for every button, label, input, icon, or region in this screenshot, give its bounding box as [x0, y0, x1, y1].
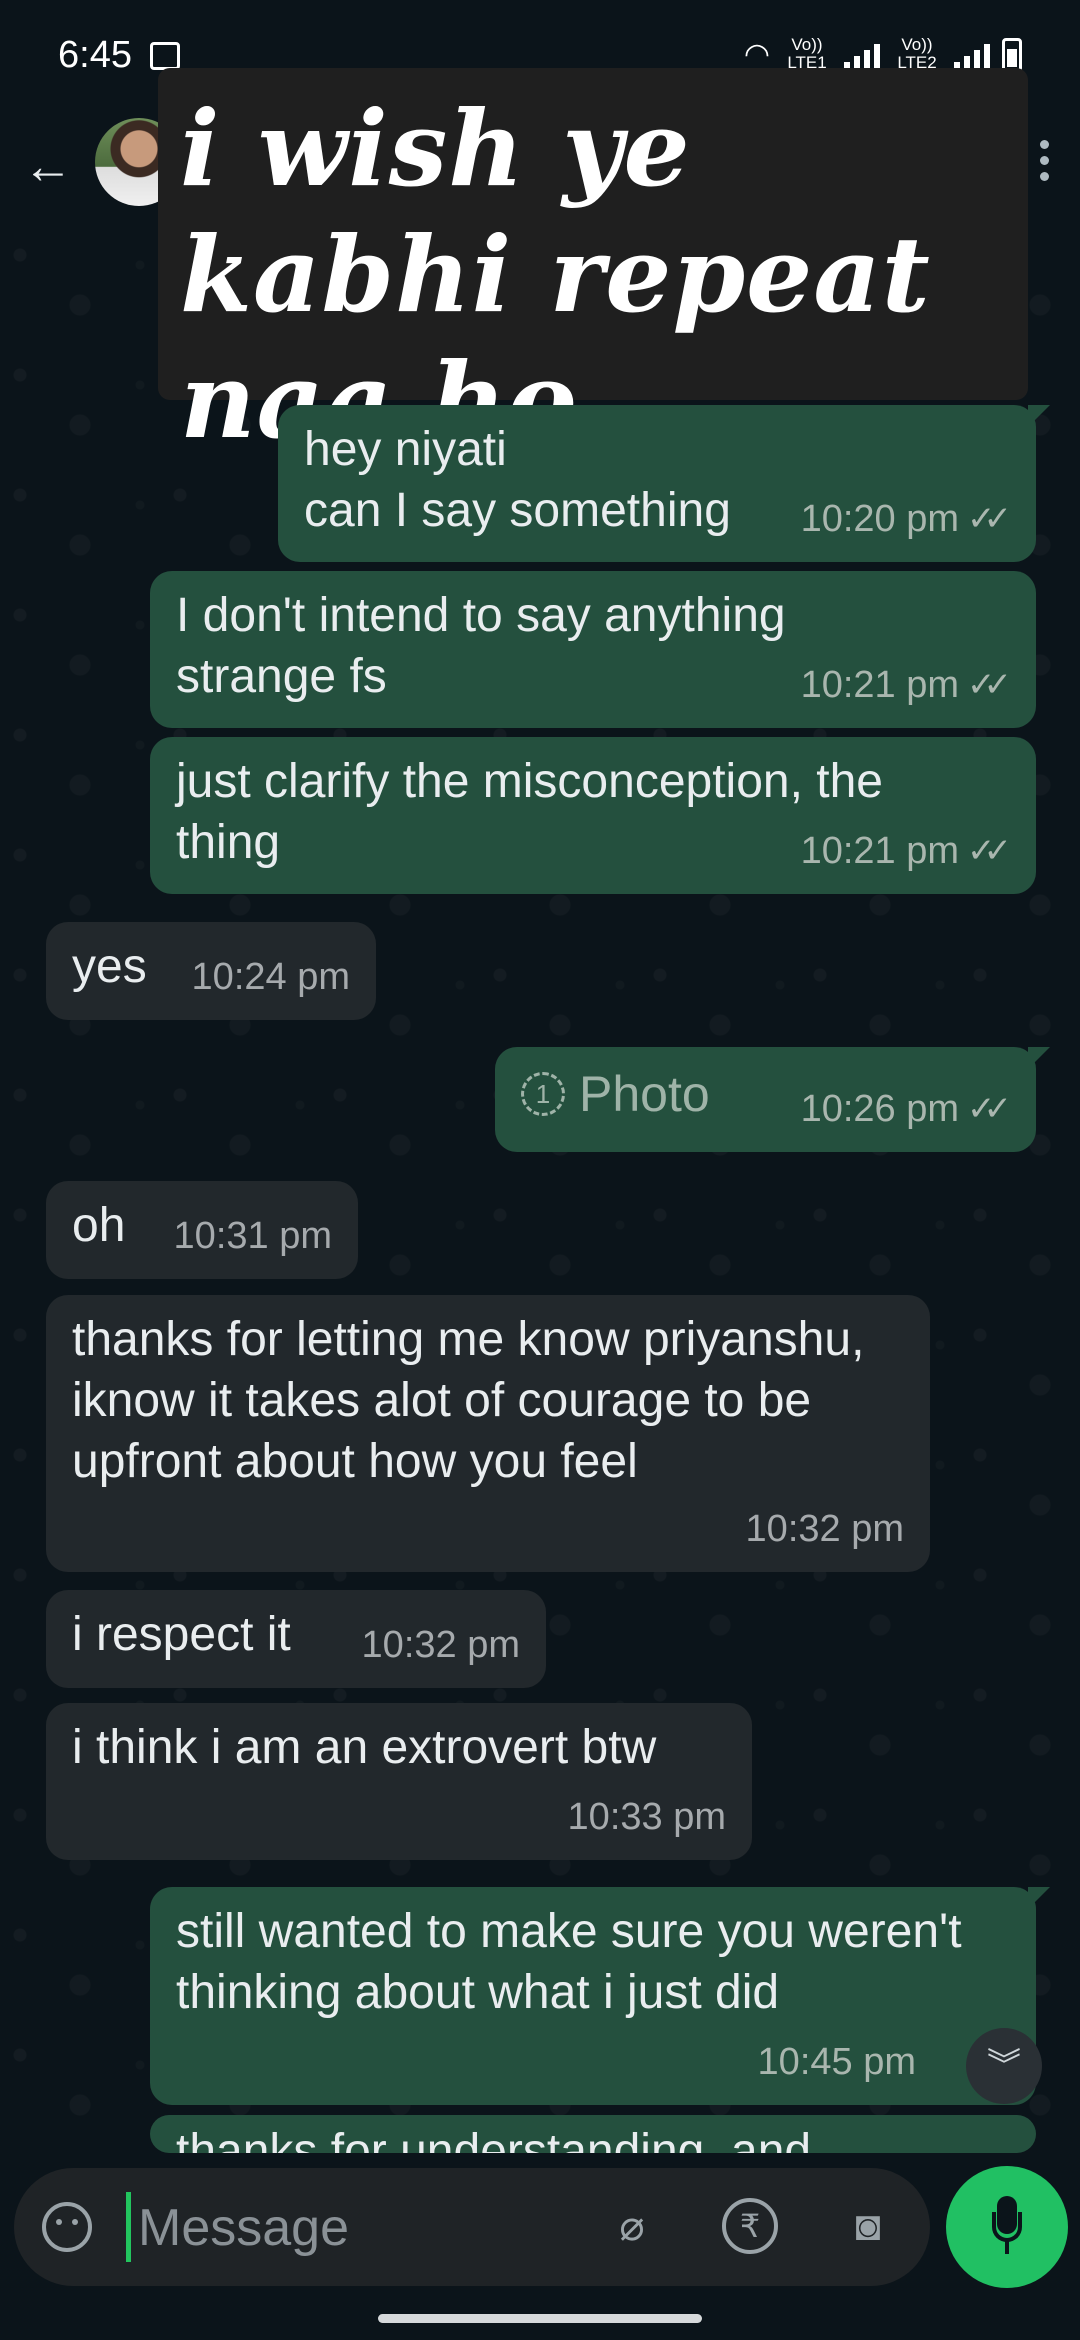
more-vertical-icon[interactable] [1040, 140, 1050, 190]
gallery-notification-icon [150, 42, 180, 70]
message-time: 10:31 pm [173, 1215, 332, 1257]
message-outgoing-photo[interactable]: 1 Photo 10:26 pm ✓✓ [495, 1047, 1050, 1152]
back-button[interactable]: ← [20, 138, 76, 194]
microphone-icon [992, 2196, 1022, 2258]
read-ticks-icon: ✓✓ [967, 500, 1012, 538]
sticker-emoji-icon[interactable] [42, 2202, 92, 2252]
message-outgoing[interactable]: hey niyati can I say something 10:20 pm ✓… [278, 405, 1050, 562]
message-time: 10:26 pm ✓✓ [801, 1079, 1012, 1140]
view-once-icon: 1 [521, 1072, 565, 1117]
message-composer: ⌀ ₹ ◙ [14, 2168, 930, 2286]
message-incoming[interactable]: i think i am an extrovert btw 10:33 pm [46, 1703, 752, 1860]
home-indicator[interactable] [378, 2314, 702, 2323]
scroll-to-bottom-button[interactable]: ︾ [966, 2028, 1042, 2104]
voice-message-button[interactable] [946, 2166, 1068, 2288]
message-time: 10:45 pm [757, 2041, 916, 2083]
photo-label: Photo [579, 1065, 710, 1122]
rupee-payment-icon[interactable]: ₹ [722, 2198, 778, 2254]
camera-icon[interactable]: ◙ [840, 2198, 896, 2254]
message-outgoing[interactable]: still wanted to make sure you weren't th… [150, 1887, 1050, 2105]
message-time: 10:20 pm ✓✓ [801, 489, 1012, 550]
message-incoming[interactable]: yes 10:24 pm [46, 922, 376, 1020]
message-time: 10:24 pm [191, 956, 350, 998]
message-text: thanks for letting me know priyanshu, ik… [72, 1313, 865, 1488]
message-text: I don't intend to say anything strange f… [176, 589, 786, 703]
status-time: 6:45 [58, 34, 132, 76]
message-time: 10:33 pm [567, 1796, 726, 1838]
read-ticks-icon: ✓✓ [967, 832, 1012, 870]
message-time: 10:32 pm [361, 1624, 520, 1666]
message-time: 10:32 pm [745, 1508, 904, 1550]
text-cursor [126, 2192, 131, 2262]
read-ticks-icon: ✓✓ [967, 1090, 1012, 1128]
message-incoming[interactable]: i respect it 10:32 pm [46, 1590, 546, 1688]
message-text: thanks for understanding, and [176, 2125, 812, 2153]
message-outgoing[interactable]: just clarify the misconception, the thin… [150, 737, 1036, 894]
chevron-double-down-icon: ︾ [987, 2047, 1021, 2085]
status-icons: ◠ Vo)) LTE1 Vo)) LTE2 [744, 36, 1022, 72]
attach-icon[interactable]: ⌀ [604, 2198, 660, 2254]
message-text: still wanted to make sure you weren't th… [176, 1905, 962, 2019]
message-outgoing[interactable]: I don't intend to say anything strange f… [150, 571, 1036, 728]
read-ticks-icon: ✓✓ [967, 666, 1012, 704]
arrow-left-icon: ← [23, 138, 73, 194]
message-text: i think i am an extrovert btw [72, 1721, 657, 1774]
wifi-icon: ◠ [743, 38, 770, 71]
message-incoming[interactable]: thanks for letting me know priyanshu, ik… [46, 1295, 930, 1572]
message-time: 10:21 pm ✓✓ [801, 655, 1012, 716]
message-input[interactable] [136, 2188, 590, 2268]
navigation-bar [0, 2290, 1080, 2340]
overlay-caption: i wish ye kabhi repeat naa ho [158, 68, 1028, 462]
sim2-label: Vo)) LTE2 [897, 35, 937, 72]
battery-icon [1002, 38, 1022, 72]
message-incoming[interactable]: oh 10:31 pm [46, 1181, 358, 1279]
message-outgoing-partial[interactable]: thanks for understanding, and [150, 2115, 1036, 2153]
message-time: 10:21 pm ✓✓ [801, 821, 1012, 882]
sim1-label: Vo)) LTE1 [787, 35, 827, 72]
